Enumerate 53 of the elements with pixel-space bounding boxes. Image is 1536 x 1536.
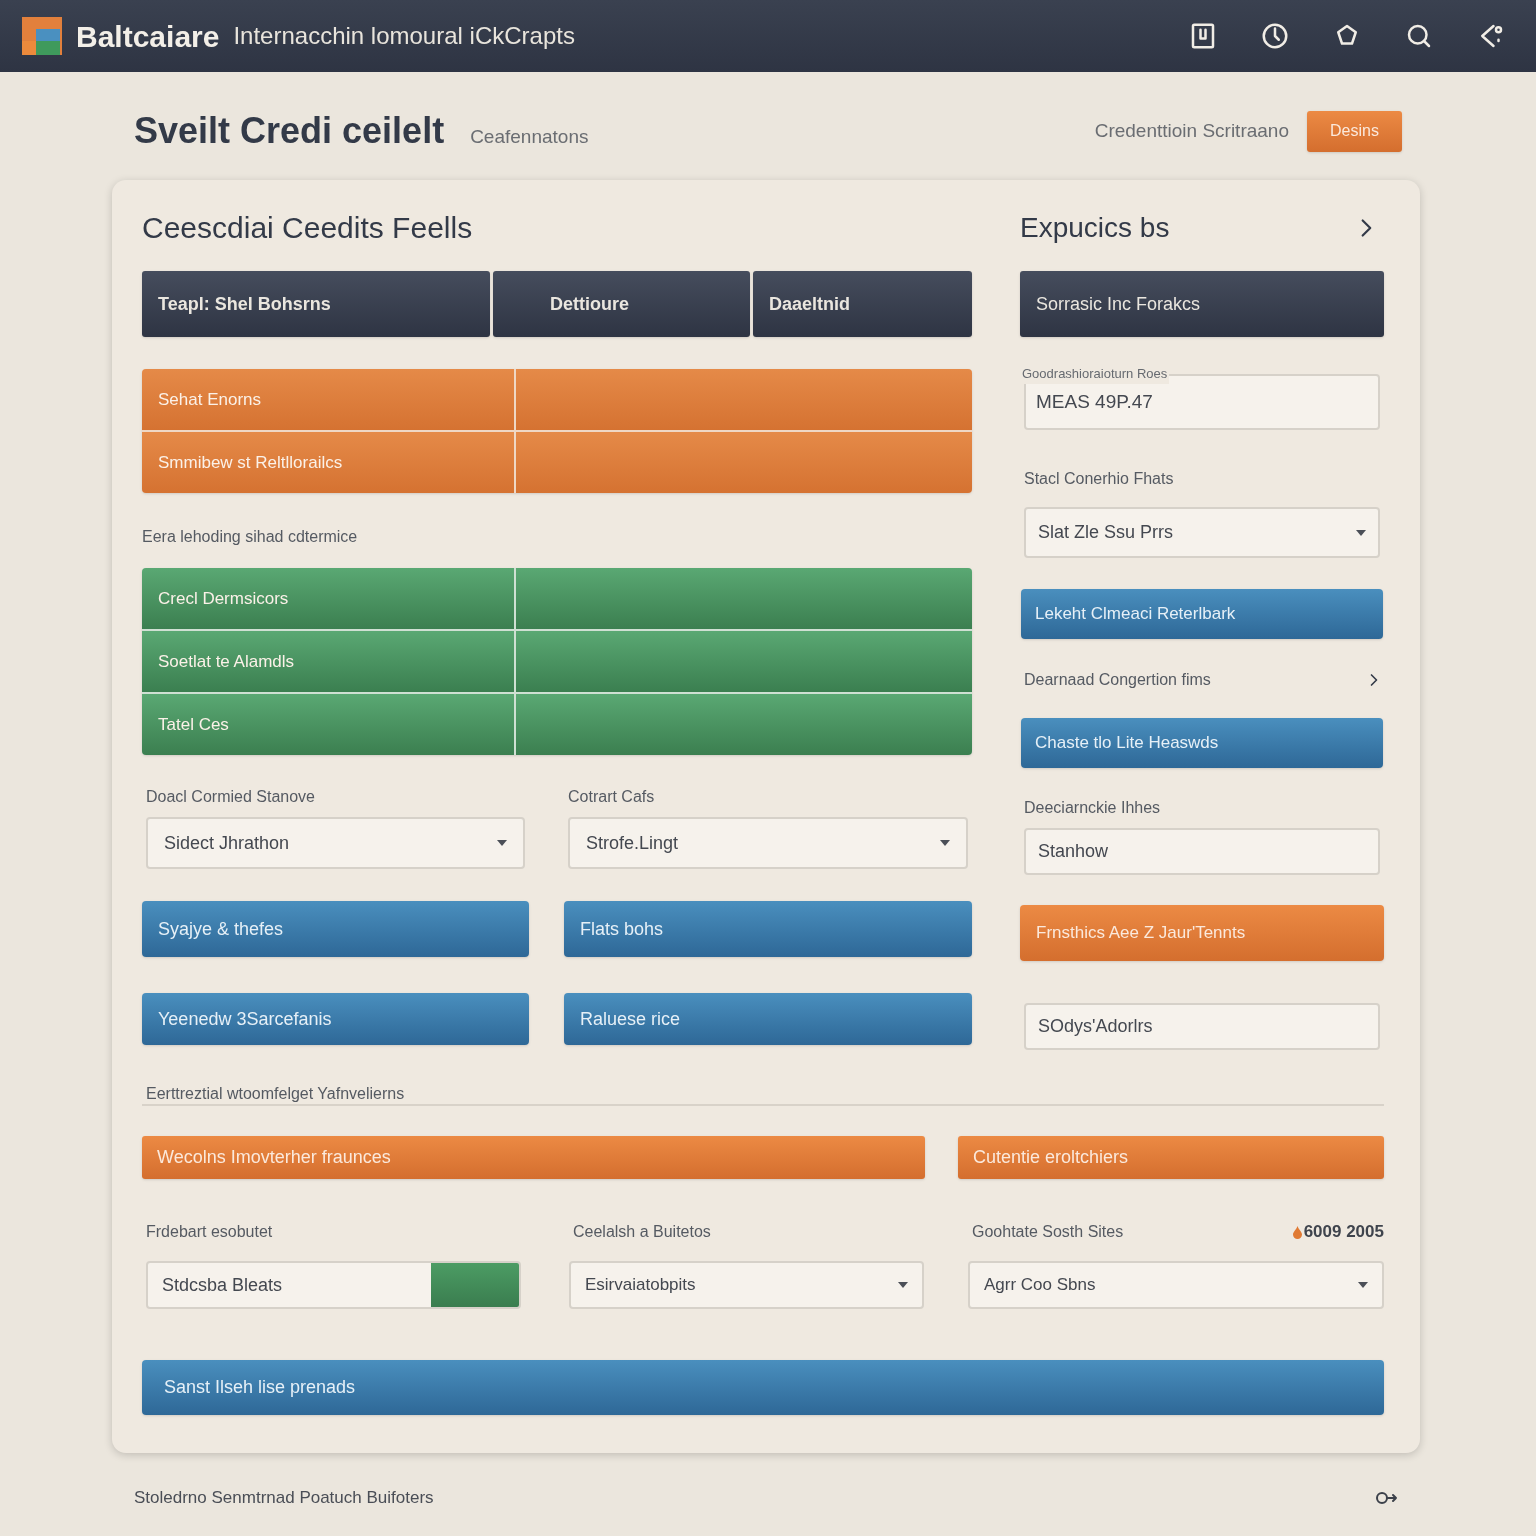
clock-icon[interactable] (1260, 21, 1290, 51)
drop-icon (1292, 1225, 1302, 1239)
page-title: Sveilt Credi ceilelt (134, 109, 445, 153)
select-dropdown[interactable]: Esirvaiatobpits (569, 1261, 924, 1309)
input-field[interactable]: SOdys'Adorlrs (1024, 1003, 1380, 1050)
logo-icon (22, 17, 62, 55)
caption-text: Eera lehoding sihad cdtermice (142, 527, 359, 545)
banner-bar: Cutentie eroltchiers (958, 1136, 1384, 1179)
app-name: Baltcaiare (76, 18, 220, 55)
field-label: Frdebart esobutet (146, 1222, 273, 1242)
table-cell: Crecl Dermsicors (142, 568, 514, 629)
field-label: Goohtate Sosth Sites (972, 1222, 1124, 1242)
caret-icon (1356, 529, 1366, 536)
link-item[interactable]: Dearnaad Congertion fims (1020, 670, 1384, 690)
select-dropdown[interactable]: Agrr Coo Sbns (968, 1261, 1384, 1309)
caret-icon (497, 840, 507, 846)
app-subtitle: Internacchin lomoural iCkCrapts (233, 21, 575, 51)
input-field[interactable]: Stanhow (1024, 828, 1380, 875)
submit-button[interactable]: Sanst Ilseh lise prenads (142, 1360, 1384, 1415)
action-button[interactable]: Lekeht Clmeaci Reterlbark (1021, 589, 1383, 639)
caret-icon (940, 840, 950, 846)
column-header: Dettioure (493, 271, 750, 337)
count-text: 6009 2005 (1303, 1221, 1384, 1244)
field-label: Cotrart Cafs (567, 787, 656, 805)
field-label: Doacl Cormied Stanove (145, 787, 316, 805)
table-cell: Soetlat te Alamdls (142, 631, 514, 692)
select-dropdown[interactable]: Sidect Jhrathon (146, 817, 525, 869)
field-label: Ceelalsh a Buitetos (573, 1222, 711, 1242)
select-dropdown[interactable]: Slat Zle Ssu Prrs (1024, 507, 1380, 558)
caret-icon (898, 1282, 908, 1288)
page-subtitle: Ceafennatons (470, 124, 589, 149)
field-label: Stacl Conerhio Fhats (1023, 469, 1175, 487)
field-label: Deeciarnckie Ihhes (1023, 798, 1162, 816)
action-button[interactable]: Chaste tlo Lite Heaswds (1021, 718, 1383, 768)
table-cell: Tatel Ces (142, 694, 514, 755)
action-button[interactable]: Raluese rice (564, 993, 972, 1045)
header-bar: Sorrasic Inc Forakcs (1020, 271, 1384, 337)
section-title: Ceescdiai Ceedits Feells (142, 212, 474, 244)
table-cell: Sehat Enorns (142, 369, 514, 430)
column-header: Teapl: Shel Bohsrns (142, 271, 490, 337)
action-button[interactable]: Flats bohs (564, 901, 972, 957)
column-header: Daaeltnid (753, 271, 972, 337)
caption-text: Eerttreztial wtoomfelget Yafnvelierns (145, 1084, 406, 1102)
action-button[interactable]: Yeenedw 3Sarcefanis (142, 993, 529, 1045)
select-dropdown[interactable]: Strofe.Lingt (568, 817, 968, 869)
caret-icon (1358, 1282, 1368, 1288)
banner-bar: Wecolns Imovterher fraunces (142, 1136, 925, 1179)
input-field[interactable]: Stdcsba Bleats (146, 1261, 521, 1309)
action-button[interactable]: Syajye & thefes (142, 901, 529, 957)
meta-text: Credenttioin Scritraano (1094, 118, 1289, 143)
section-title: Expucics bs (1020, 211, 1170, 245)
footer-text: Stoledrno Senmtrnad Poatuch Buifoters (134, 1487, 434, 1509)
table-cell: Smmibew st Reltllorailcs (142, 432, 514, 493)
